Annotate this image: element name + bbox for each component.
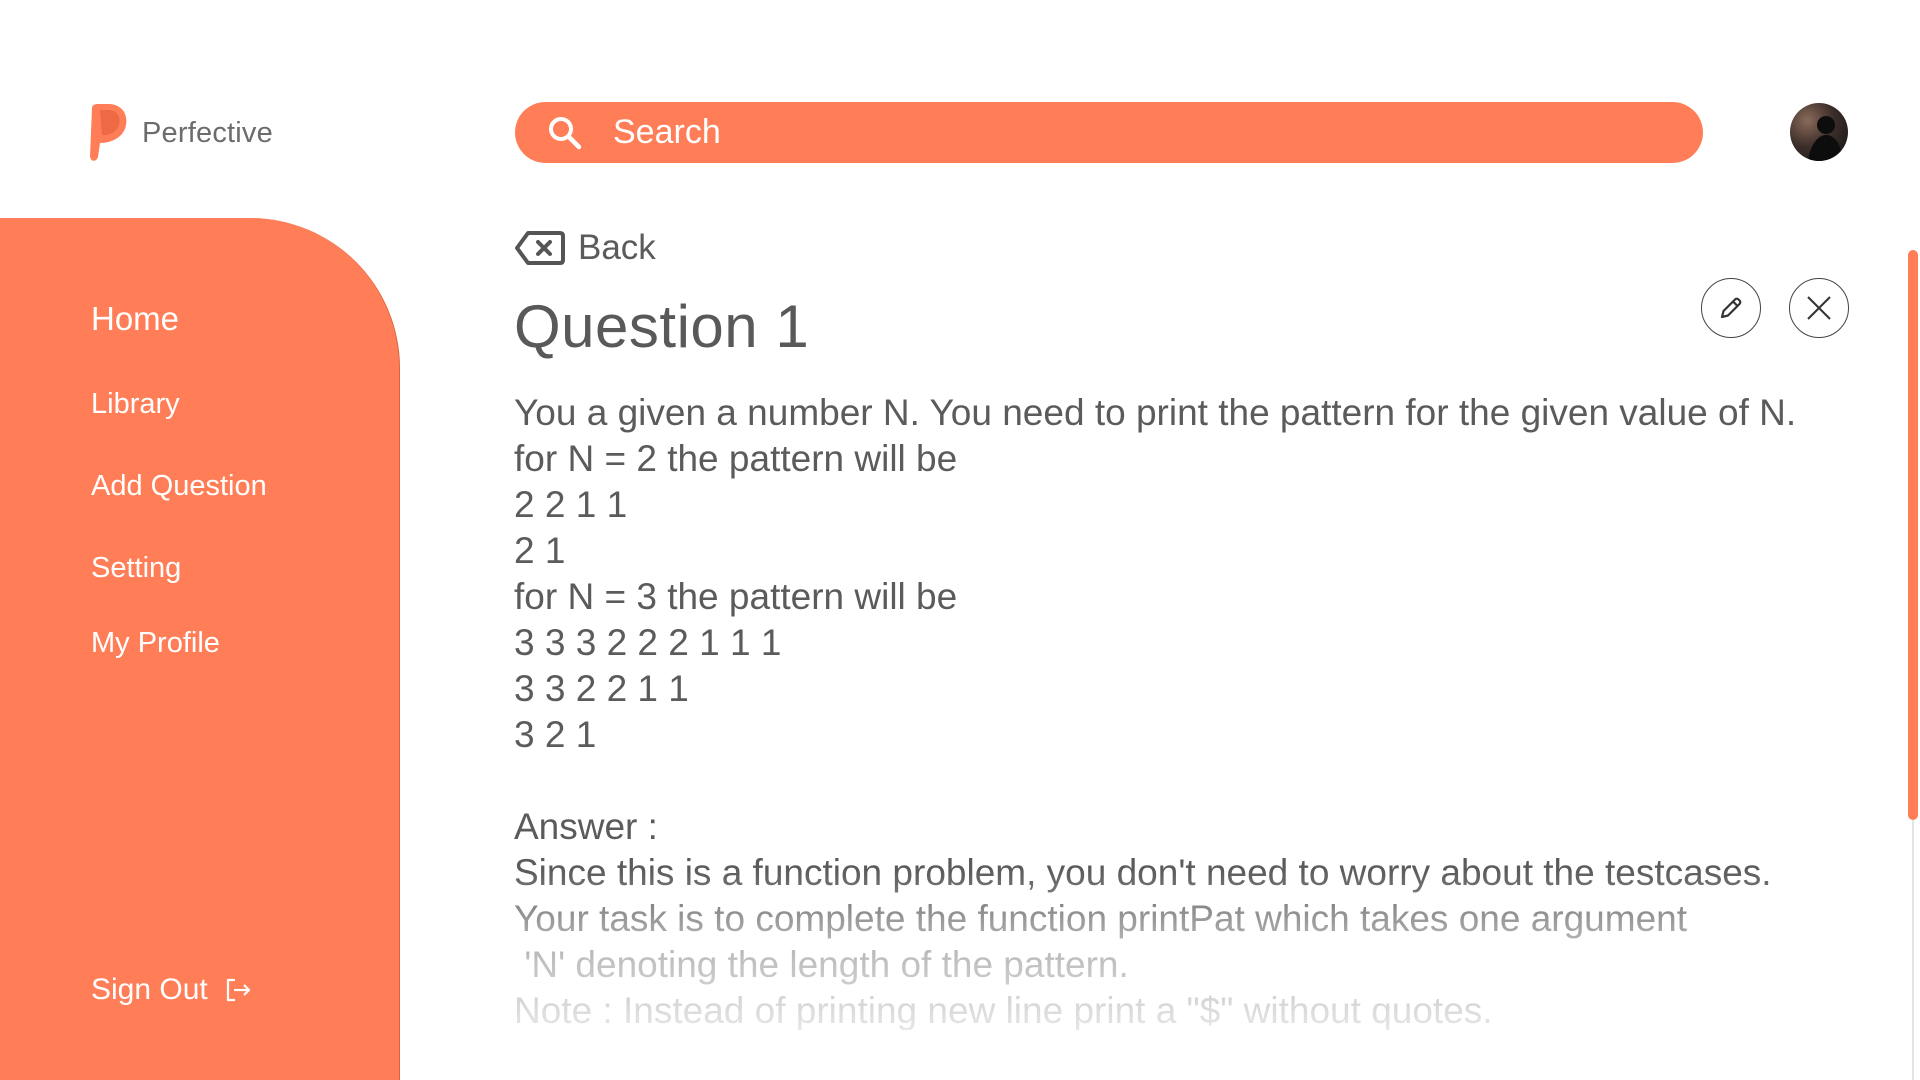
user-avatar (1808, 116, 1842, 161)
sidebar-item-setting[interactable]: Setting (91, 552, 181, 585)
question-text-line: for N = 2 the pattern will be (514, 438, 958, 479)
scrollbar-track (1912, 820, 1914, 1080)
back-label: Back (578, 228, 656, 267)
question-content: You a given a number N. You need to prin… (514, 390, 1814, 1030)
pattern-line: 2 1 (514, 530, 566, 571)
search-icon (549, 116, 582, 149)
pencil-icon (1720, 297, 1742, 319)
pattern-line: 3 2 1 (514, 714, 597, 755)
question-text-line: for N = 3 the pattern will be (514, 576, 958, 617)
scrollbar[interactable] (1906, 250, 1920, 1080)
question-text-line: You a given a number N. You need to prin… (514, 392, 1797, 433)
avatar[interactable] (1790, 103, 1848, 161)
answer-text-line: Note : Instead of printing new line prin… (514, 990, 1493, 1030)
edit-button[interactable] (1701, 278, 1761, 338)
pattern-line: 3 3 2 2 1 1 (514, 668, 689, 709)
sign-out-label: Sign Out (91, 973, 208, 1006)
close-icon (1807, 296, 1831, 320)
brand: Perfective (88, 102, 273, 164)
answer-text-line: Since this is a function problem, you do… (514, 852, 1772, 893)
page-title: Question 1 (514, 293, 810, 360)
answer-text-line: 'N' denoting the length of the pattern. (514, 944, 1129, 985)
sidebar-item-library[interactable]: Library (91, 388, 180, 421)
pattern-line: 2 2 1 1 (514, 484, 628, 525)
close-button[interactable] (1789, 278, 1849, 338)
sign-out-button[interactable]: Sign Out (91, 973, 252, 1007)
answer-text-line: Your task is to complete the function pr… (514, 898, 1688, 939)
sidebar-item-home[interactable]: Home (91, 300, 179, 338)
answer-label: Answer : (514, 806, 658, 847)
pattern-line: 3 3 3 2 2 2 1 1 1 (514, 622, 782, 663)
search-bar[interactable] (515, 102, 1703, 163)
app-name: Perfective (142, 116, 273, 149)
sidebar-item-my-profile[interactable]: My Profile (91, 627, 220, 660)
sign-out-icon (226, 978, 250, 1002)
sidebar: Home Library Add Question Setting My Pro… (0, 218, 400, 1080)
scrollbar-thumb[interactable] (1908, 250, 1918, 820)
backspace-icon (515, 231, 565, 265)
perfective-logo-icon (90, 104, 127, 161)
back-button[interactable]: Back (514, 228, 656, 268)
sidebar-item-add-question[interactable]: Add Question (91, 470, 267, 503)
search-input[interactable] (611, 112, 1611, 153)
